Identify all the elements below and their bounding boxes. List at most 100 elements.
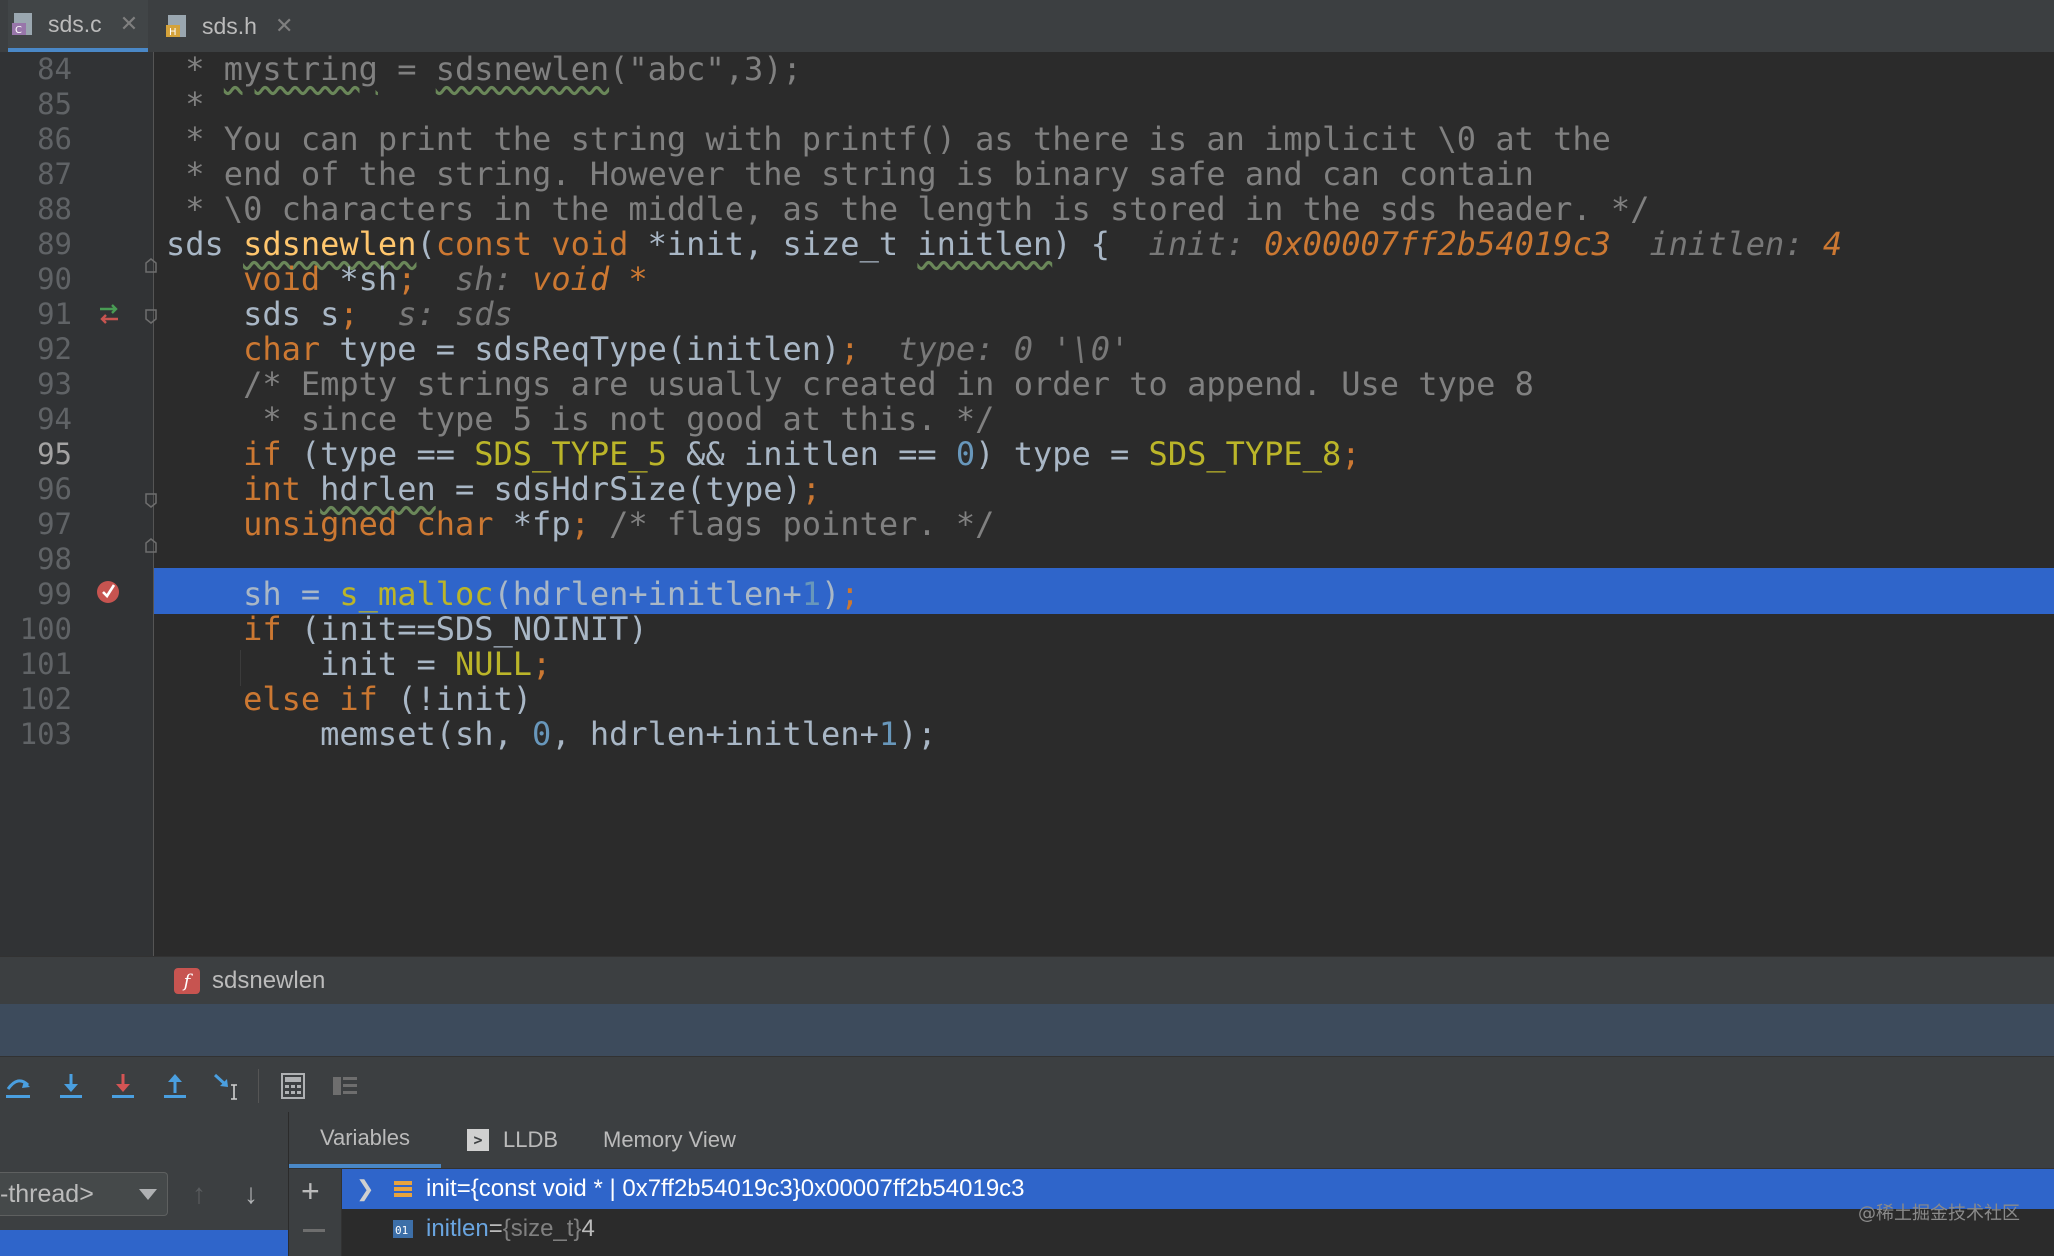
variable-name: init bbox=[426, 1175, 457, 1202]
fold-start-icon[interactable] bbox=[144, 492, 158, 510]
step-into-icon[interactable] bbox=[56, 1071, 86, 1101]
line-number: 92 bbox=[37, 332, 72, 366]
thread-select-value: -thread> bbox=[0, 1179, 94, 1208]
line-number: 87 bbox=[37, 157, 72, 191]
remove-watch-icon[interactable] bbox=[303, 1229, 325, 1232]
variable-eq: = bbox=[488, 1215, 503, 1242]
code-line-91: sds s; s: sds bbox=[243, 295, 513, 333]
fold-start-icon[interactable] bbox=[144, 308, 158, 326]
tab-variables[interactable]: Variables bbox=[289, 1112, 441, 1168]
line-number: 89 bbox=[37, 227, 72, 261]
debug-tool-window-header bbox=[0, 1004, 2054, 1056]
tab-label: LLDB bbox=[503, 1127, 559, 1152]
svg-text:C: C bbox=[15, 25, 22, 36]
line-number: 93 bbox=[37, 367, 72, 401]
chevron-down-icon bbox=[139, 1189, 157, 1200]
struct-field-icon bbox=[394, 1181, 412, 1197]
breakpoint-icon[interactable] bbox=[94, 576, 124, 606]
variable-value: 4 bbox=[581, 1215, 595, 1242]
code-line-89: sds sdsnewlen(const void *init, size_t i… bbox=[166, 225, 1843, 263]
tab-lldb[interactable]: > LLDB bbox=[467, 1112, 558, 1168]
step-over-icon[interactable] bbox=[4, 1071, 34, 1101]
frames-icon[interactable] bbox=[330, 1071, 360, 1101]
code-line-101: init = NULL; bbox=[320, 645, 552, 683]
tab-sds-c[interactable]: C sds.c ✕ bbox=[8, 0, 148, 52]
code-line-99: sh = s_malloc(hdrlen+initlen+1); bbox=[243, 575, 860, 613]
code-line-103: memset(sh, 0, hdrlen+initlen+1); bbox=[320, 715, 937, 753]
breadcrumb-function[interactable]: sdsnewlen bbox=[212, 967, 325, 995]
code-line-93: /* Empty strings are usually created in … bbox=[243, 365, 1534, 403]
editor-tab-bar: C sds.c ✕ H sds.h ✕ bbox=[0, 0, 2054, 53]
line-number: 84 bbox=[37, 52, 72, 86]
line-number: 96 bbox=[37, 472, 72, 506]
inline-value-hint: init: bbox=[1148, 225, 1265, 263]
line-number: 94 bbox=[37, 402, 72, 436]
c-file-icon: C bbox=[12, 11, 36, 37]
variable-row-init[interactable]: ❯ init = {const void * | 0x7ff2b54019c3}… bbox=[342, 1169, 2054, 1209]
code-line-86: * You can print the string with printf()… bbox=[166, 120, 1611, 158]
variable-name: initlen bbox=[426, 1215, 489, 1242]
line-number: 97 bbox=[37, 507, 72, 541]
debugger-tabs: Variables > LLDB Memory View bbox=[289, 1112, 2054, 1169]
line-number: 102 bbox=[19, 682, 72, 716]
line-number: 103 bbox=[19, 717, 72, 751]
code-line-92: char type = sdsReqType(initlen); type: 0… bbox=[243, 330, 1130, 368]
code-line-102: else if (!init) bbox=[243, 680, 533, 718]
breadcrumb: f sdsnewlen bbox=[0, 956, 2054, 1005]
variable-type: {size_t} bbox=[502, 1215, 582, 1242]
indent-guide bbox=[240, 650, 241, 686]
code-line-96: int hdrlen = sdsHdrSize(type); bbox=[243, 470, 822, 508]
tab-memory-view[interactable]: Memory View bbox=[603, 1112, 736, 1168]
debug-toolbar bbox=[0, 1056, 2054, 1113]
close-icon[interactable]: ✕ bbox=[120, 11, 138, 37]
add-watch-icon[interactable]: + bbox=[301, 1173, 320, 1210]
code-line-94: * since type 5 is not good at this. */ bbox=[243, 400, 995, 438]
arrow-up-icon[interactable]: ↑ bbox=[192, 1178, 206, 1210]
line-number: 100 bbox=[19, 612, 72, 646]
tab-label: sds.c bbox=[48, 10, 102, 37]
thread-select[interactable]: -thread> bbox=[0, 1172, 168, 1216]
fold-end-icon[interactable] bbox=[144, 538, 158, 556]
run-to-cursor-icon[interactable] bbox=[212, 1071, 242, 1101]
step-out-icon[interactable] bbox=[160, 1071, 190, 1101]
tab-sds-h[interactable]: H sds.h ✕ bbox=[166, 0, 306, 52]
evaluate-expression-icon[interactable] bbox=[278, 1071, 308, 1101]
tab-label: sds.h bbox=[202, 12, 257, 39]
selected-frame-row[interactable] bbox=[0, 1230, 288, 1256]
line-number: 86 bbox=[37, 122, 72, 156]
tab-label: Variables bbox=[319, 1125, 411, 1150]
code-line-97: unsigned char *fp; /* flags pointer. */ bbox=[243, 505, 995, 543]
function-icon: f bbox=[174, 968, 200, 994]
variable-row-initlen[interactable]: 01 initlen = {size_t} 4 bbox=[342, 1209, 2054, 1249]
primitive-value-icon: 01 bbox=[393, 1220, 413, 1238]
code-line-88: * \0 characters in the middle, as the le… bbox=[166, 190, 1650, 228]
line-number: 88 bbox=[37, 192, 72, 226]
line-number: 90 bbox=[37, 262, 72, 296]
tab-label: Memory View bbox=[603, 1127, 736, 1152]
variable-eq: = bbox=[456, 1175, 471, 1202]
h-file-icon: H bbox=[166, 13, 190, 39]
line-number: 99 bbox=[37, 577, 72, 611]
line-number: 91 bbox=[37, 297, 72, 331]
variable-type: {const void * | 0x7ff2b54019c3} bbox=[470, 1175, 801, 1202]
code-line-90: void *sh; sh: void * bbox=[243, 260, 648, 298]
inline-value-hint: initlen: bbox=[1649, 225, 1823, 263]
line-number: 98 bbox=[37, 542, 72, 576]
force-step-into-icon[interactable] bbox=[108, 1071, 138, 1101]
fold-end-icon[interactable] bbox=[144, 258, 158, 276]
code-line-87: * end of the string. However the string … bbox=[166, 155, 1534, 193]
code-editor[interactable]: 84 85 86 87 88 89 90 91 92 93 94 95 96 9… bbox=[0, 52, 2054, 956]
variable-value: 0x00007ff2b54019c3 bbox=[800, 1175, 1025, 1202]
chevron-right-icon[interactable]: ❯ bbox=[356, 1176, 378, 1202]
watermark: @稀土掘金技术社区 bbox=[1858, 1203, 2020, 1224]
variables-side-toolbar: + bbox=[289, 1169, 342, 1256]
svg-text:01: 01 bbox=[395, 1224, 408, 1237]
arrow-down-icon[interactable]: ↓ bbox=[244, 1178, 258, 1210]
code-line-100: if (init==SDS_NOINIT) bbox=[243, 610, 648, 648]
variables-tree: ❯ init = {const void * | 0x7ff2b54019c3}… bbox=[342, 1169, 2054, 1256]
toolbar-separator bbox=[258, 1069, 259, 1103]
code-line-95-current: if (type == SDS_TYPE_5 && initlen == 0) … bbox=[243, 435, 1361, 473]
frames-pane: -thread> ↑ ↓ bbox=[0, 1112, 289, 1256]
recursive-call-icon[interactable] bbox=[96, 302, 122, 326]
close-icon[interactable]: ✕ bbox=[275, 13, 293, 39]
